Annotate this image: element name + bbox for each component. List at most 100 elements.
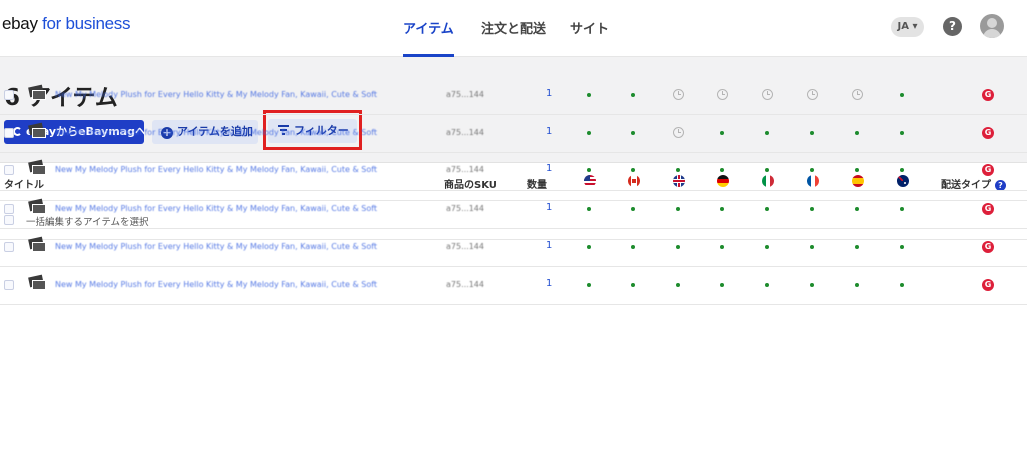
- item-sku: a75...144: [446, 128, 484, 137]
- es-flag-icon: [852, 175, 864, 187]
- row-divider: [0, 304, 1027, 305]
- item-sku: a75...144: [446, 280, 484, 289]
- top-navigation: ebay for business アイテム 注文と配送 サイト JA ▾ ?: [0, 0, 1027, 57]
- available-dot-icon: [765, 245, 769, 249]
- divider: [0, 200, 1027, 201]
- available-dot-icon: [810, 168, 814, 172]
- shipping-type-badge: G: [982, 89, 994, 101]
- item-thumbnail: [28, 198, 47, 215]
- item-title-link[interactable]: New My Melody Plush for Every Hello Kitt…: [55, 128, 377, 137]
- available-dot-icon: [587, 168, 591, 172]
- item-quantity[interactable]: 1: [546, 240, 552, 251]
- item-sku: a75...144: [446, 90, 484, 99]
- row-checkbox[interactable]: [4, 165, 14, 175]
- available-dot-icon: [720, 168, 724, 172]
- item-title-link[interactable]: New My Melody Plush for Every Hello Kitt…: [55, 165, 377, 174]
- row-divider: [0, 151, 1027, 153]
- uk-flag-icon: [673, 175, 685, 187]
- item-quantity[interactable]: 1: [546, 163, 552, 174]
- available-dot-icon: [720, 283, 724, 287]
- item-title-link[interactable]: New My Melody Plush for Every Hello Kitt…: [55, 280, 377, 289]
- available-dot-icon: [720, 245, 724, 249]
- page-header: 6 アイテム eBayからeBaymagへ + アイテムを追加 フィルター: [0, 57, 1027, 163]
- item-title-link[interactable]: New My Melody Plush for Every Hello Kitt…: [55, 242, 377, 251]
- fr-flag-icon: [807, 175, 819, 187]
- item-quantity[interactable]: 1: [546, 126, 552, 137]
- it-flag-icon: [762, 175, 774, 187]
- avatar[interactable]: [980, 14, 1004, 38]
- select-all-label: 一括編集するアイテムを選択: [26, 217, 149, 228]
- row-checkbox[interactable]: [4, 128, 14, 138]
- thumbnail-image: [32, 90, 46, 100]
- available-dot-icon: [900, 207, 904, 211]
- item-title-link[interactable]: New My Melody Plush for Every Hello Kitt…: [55, 90, 377, 99]
- row-checkbox[interactable]: [4, 242, 14, 252]
- pending-clock-icon: [673, 89, 684, 100]
- ebay-for-business-logo[interactable]: ebay for business: [2, 14, 130, 34]
- ca-flag-icon: [628, 175, 640, 187]
- available-dot-icon: [900, 131, 904, 135]
- available-dot-icon: [631, 245, 635, 249]
- item-quantity[interactable]: 1: [546, 88, 552, 99]
- tab-orders-shipping[interactable]: 注文と配送: [481, 18, 546, 37]
- available-dot-icon: [900, 245, 904, 249]
- available-dot-icon: [900, 93, 904, 97]
- pending-clock-icon: [807, 89, 818, 100]
- item-sku: a75...144: [446, 242, 484, 251]
- au-flag-icon: [897, 175, 909, 187]
- row-checkbox[interactable]: [4, 280, 14, 290]
- thumbnail-image: [32, 165, 46, 175]
- row-divider: [0, 189, 1027, 191]
- row-checkbox[interactable]: [4, 90, 14, 100]
- thumbnail-image: [32, 280, 46, 290]
- available-dot-icon: [676, 168, 680, 172]
- available-dot-icon: [855, 245, 859, 249]
- available-dot-icon: [631, 93, 635, 97]
- avatar-body: [983, 29, 1001, 38]
- available-dot-icon: [676, 283, 680, 287]
- available-dot-icon: [631, 131, 635, 135]
- tab-sites[interactable]: サイト: [570, 18, 609, 37]
- available-dot-icon: [587, 131, 591, 135]
- pending-clock-icon: [852, 89, 863, 100]
- help-icon[interactable]: ?: [943, 17, 962, 36]
- available-dot-icon: [855, 168, 859, 172]
- available-dot-icon: [900, 168, 904, 172]
- available-dot-icon: [631, 168, 635, 172]
- available-dot-icon: [676, 207, 680, 211]
- language-selector[interactable]: JA ▾: [891, 17, 924, 37]
- shipping-type-badge: G: [982, 279, 994, 291]
- item-thumbnail: [28, 159, 47, 176]
- available-dot-icon: [587, 283, 591, 287]
- shipping-type-badge: G: [982, 127, 994, 139]
- available-dot-icon: [900, 283, 904, 287]
- item-quantity[interactable]: 1: [546, 202, 552, 213]
- available-dot-icon: [765, 283, 769, 287]
- pending-clock-icon: [762, 89, 773, 100]
- row-checkbox[interactable]: [4, 204, 14, 214]
- available-dot-icon: [720, 131, 724, 135]
- available-dot-icon: [810, 207, 814, 211]
- item-thumbnail: [28, 274, 47, 291]
- tab-items[interactable]: アイテム: [403, 18, 454, 37]
- brand-for-business: for business: [37, 14, 131, 33]
- de-flag-icon: [717, 175, 729, 187]
- item-thumbnail: [28, 84, 47, 101]
- item-thumbnail: [28, 236, 47, 253]
- item-sku: a75...144: [446, 165, 484, 174]
- pending-clock-icon: [717, 89, 728, 100]
- available-dot-icon: [631, 207, 635, 211]
- us-flag-icon: [584, 175, 596, 187]
- available-dot-icon: [587, 207, 591, 211]
- available-dot-icon: [765, 168, 769, 172]
- divider: [0, 239, 1027, 240]
- select-all-checkbox[interactable]: [4, 215, 14, 225]
- available-dot-icon: [587, 245, 591, 249]
- available-dot-icon: [855, 207, 859, 211]
- available-dot-icon: [810, 131, 814, 135]
- available-dot-icon: [810, 245, 814, 249]
- available-dot-icon: [720, 207, 724, 211]
- sync-icon: [13, 127, 22, 136]
- item-title-link[interactable]: New My Melody Plush for Every Hello Kitt…: [55, 204, 377, 213]
- item-quantity[interactable]: 1: [546, 278, 552, 289]
